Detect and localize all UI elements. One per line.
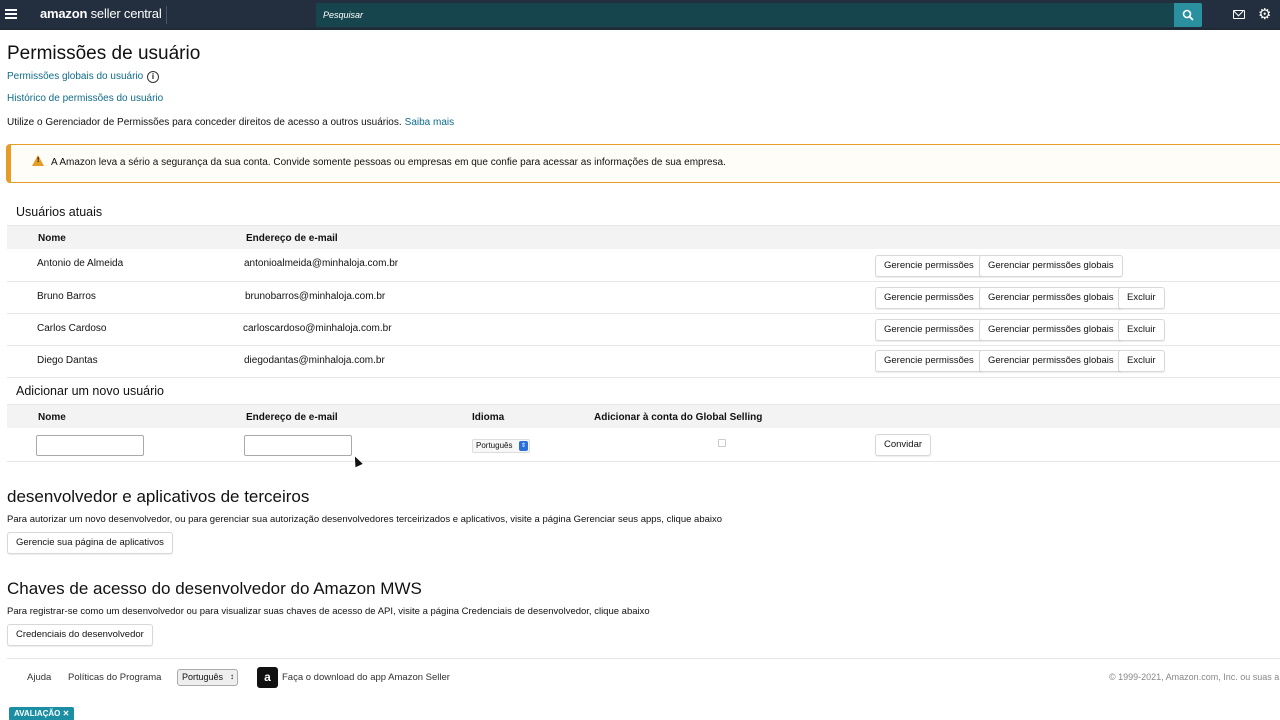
intro-text: Utilize o Gerenciador de Permissões para…: [7, 117, 454, 128]
download-app-link[interactable]: Faça o download do app Amazon Seller: [282, 672, 450, 683]
security-alert: A Amazon leva a sério a segurança da sua…: [6, 144, 1280, 183]
column-email: Endereço de e-mail: [246, 412, 338, 423]
intro-sentence: Utilize o Gerenciador de Permissões para…: [7, 117, 402, 128]
global-permissions-link[interactable]: Permissões globais do usuário: [7, 71, 143, 82]
current-users-table-header: Nome Endereço de e-mail: [7, 225, 1280, 249]
table-row: Bruno Barros brunobarros@minhaloja.com.b…: [7, 282, 1280, 314]
logo-main-text: amazon: [40, 6, 88, 21]
developer-description: Para autorizar um novo desenvolvedor, ou…: [7, 514, 723, 525]
delete-user-button[interactable]: Excluir: [1118, 350, 1165, 372]
user-name: Carlos Cardoso: [37, 323, 107, 334]
column-global-selling: Adicionar à conta do Global Selling: [594, 412, 763, 423]
search-input[interactable]: Pesquisar: [316, 3, 1174, 27]
language-select[interactable]: Português ⇕: [472, 439, 530, 453]
add-user-title: Adicionar um novo usuário: [16, 384, 164, 398]
manage-permissions-button[interactable]: Gerencie permissões: [875, 255, 983, 277]
column-email: Endereço de e-mail: [246, 233, 338, 244]
permissions-history-link[interactable]: Histórico de permissões do usuário: [7, 93, 163, 104]
user-email: antonioalmeida@minhaloja.com.br: [244, 258, 399, 269]
manage-apps-button[interactable]: Gerencie sua página de aplicativos: [7, 532, 173, 554]
mws-section-title: Chaves de acesso do desenvolvedor do Ama…: [7, 579, 422, 598]
top-navigation-bar: amazon seller central Pesquisar ⚙: [0, 0, 1280, 30]
user-email: brunobarros@minhaloja.com.br: [245, 291, 386, 302]
table-row: Antonio de Almeida antonioalmeida@minhal…: [7, 250, 1280, 282]
user-email: carloscardoso@minhaloja.com.br: [243, 323, 392, 334]
column-language: Idioma: [472, 412, 505, 423]
manage-global-permissions-button[interactable]: Gerenciar permissões globais: [979, 319, 1123, 341]
alert-text: A Amazon leva a sério a segurança da sua…: [51, 157, 726, 168]
footer-language-select[interactable]: Português: [177, 669, 238, 686]
column-name: Nome: [38, 412, 66, 423]
manage-permissions-button[interactable]: Gerencie permissões: [875, 350, 983, 372]
evaluation-badge[interactable]: AVALIAÇÃO ✕: [9, 707, 75, 720]
add-user-row: [7, 428, 1280, 462]
learn-more-link[interactable]: Saiba mais: [405, 117, 454, 128]
user-name: Bruno Barros: [37, 291, 96, 302]
copyright-text: © 1999-2021, Amazon.com, Inc. ou suas a: [1109, 672, 1280, 682]
table-row: Diego Dantas diegodantas@minhaloja.com.b…: [7, 346, 1280, 378]
mws-description: Para registrar-se como um desenvolvedor …: [7, 606, 650, 617]
search-button[interactable]: [1174, 3, 1202, 27]
global-selling-checkbox[interactable]: [718, 439, 726, 447]
footer-divider: [7, 658, 1280, 659]
help-link[interactable]: Ajuda: [27, 672, 51, 683]
language-select-value: Português: [476, 441, 513, 450]
new-user-name-input[interactable]: [36, 435, 144, 456]
manage-permissions-button[interactable]: Gerencie permissões: [875, 287, 983, 309]
amazon-seller-central-logo[interactable]: amazon seller central: [40, 6, 162, 21]
amazon-app-icon[interactable]: a: [257, 667, 278, 688]
current-users-title: Usuários atuais: [16, 205, 103, 219]
delete-user-button[interactable]: Excluir: [1118, 287, 1165, 309]
info-icon[interactable]: i: [147, 71, 159, 83]
manage-global-permissions-button[interactable]: Gerenciar permissões globais: [979, 287, 1123, 309]
column-name: Nome: [38, 233, 66, 244]
logo-divider: [166, 6, 167, 24]
warning-icon: [32, 155, 44, 166]
page-title: Permissões de usuário: [7, 43, 201, 64]
logo-sub-text: seller central: [90, 6, 162, 21]
new-user-email-input[interactable]: [244, 435, 352, 456]
developer-credentials-button[interactable]: Credenciais do desenvolvedor: [7, 624, 153, 646]
user-email: diegodantas@minhaloja.com.br: [244, 355, 385, 366]
program-policies-link[interactable]: Políticas do Programa: [68, 672, 161, 683]
manage-permissions-button[interactable]: Gerencie permissões: [875, 319, 983, 341]
invite-button[interactable]: Convidar: [875, 434, 932, 456]
delete-user-button[interactable]: Excluir: [1118, 319, 1165, 341]
manage-global-permissions-button[interactable]: Gerenciar permissões globais: [979, 255, 1123, 277]
user-name: Antonio de Almeida: [37, 258, 124, 269]
manage-global-permissions-button[interactable]: Gerenciar permissões globais: [979, 350, 1123, 372]
table-row: Carlos Cardoso carloscardoso@minhaloja.c…: [7, 314, 1280, 346]
mail-icon[interactable]: [1233, 10, 1245, 19]
developer-section-title: desenvolvedor e aplicativos de terceiros: [7, 487, 310, 506]
search-icon: [1182, 9, 1194, 21]
hamburger-menu-icon[interactable]: [5, 9, 17, 19]
gear-icon[interactable]: ⚙: [1258, 6, 1271, 24]
add-user-table-header: Nome Endereço de e-mail Idioma Adicionar…: [7, 404, 1280, 428]
select-arrows-icon: ⇕: [519, 441, 528, 451]
user-name: Diego Dantas: [37, 355, 98, 366]
